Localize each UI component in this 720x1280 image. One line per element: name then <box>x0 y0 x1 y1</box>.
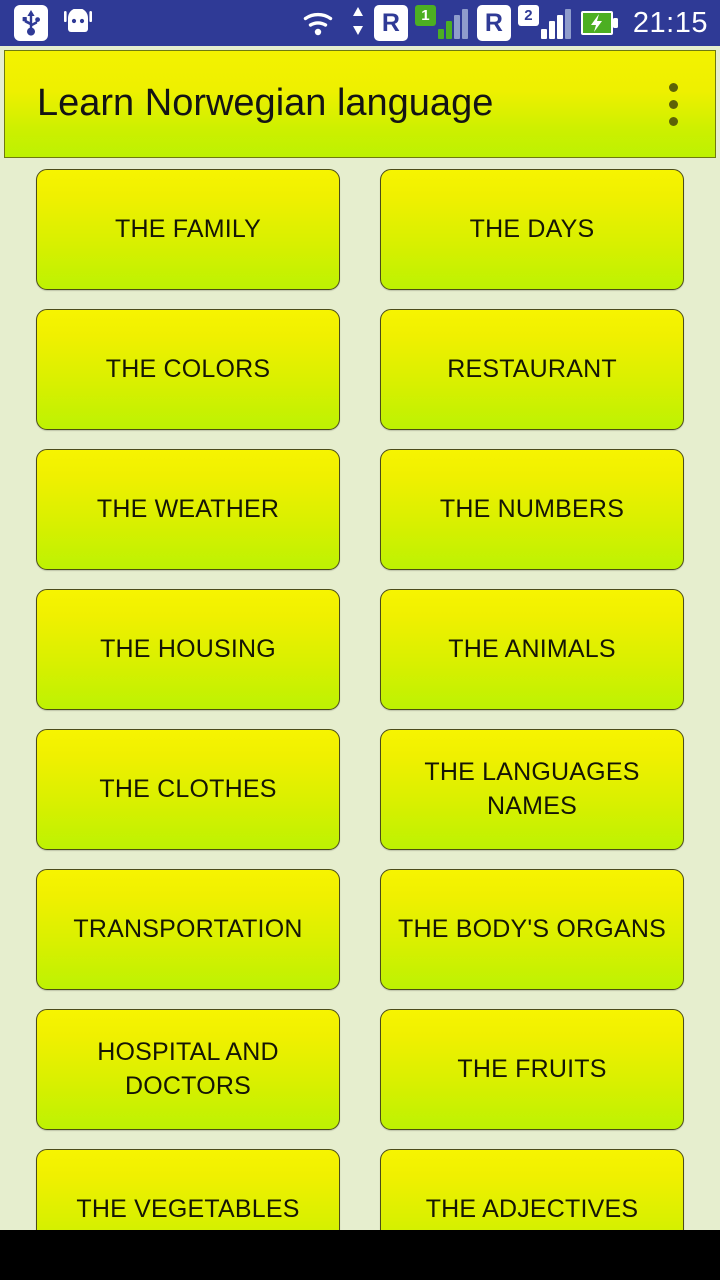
sim2-roaming-indicator: R <box>476 5 511 41</box>
system-navigation-bar <box>0 1230 720 1280</box>
category-tile-the-bodys-organs[interactable]: THE BODY'S ORGANS <box>380 869 684 990</box>
tile-label: THE HOUSING <box>100 634 276 663</box>
sim1-signal-indicator: 1 <box>414 5 468 39</box>
category-tile-the-days[interactable]: THE DAYS <box>380 169 684 290</box>
tile-label: THE DAYS <box>469 214 595 243</box>
sim2-signal-bars <box>540 7 571 39</box>
tile-label: THE WEATHER <box>96 494 280 523</box>
action-bar: Learn Norwegian language <box>4 50 716 158</box>
app-screen: R 1 R 2 21:15 Learn Norwegian language T… <box>0 0 720 1280</box>
status-bar: R 1 R 2 21:15 <box>0 0 720 46</box>
category-tile-the-family[interactable]: THE FAMILY <box>36 169 340 290</box>
tile-label: THE ADJECTIVES <box>425 1194 639 1223</box>
status-bar-right-icons: R 1 R 2 21:15 <box>302 5 708 42</box>
tile-label: THE LANGUAGES NAMES <box>424 757 640 820</box>
category-tile-the-fruits[interactable]: THE FRUITS <box>380 1009 684 1130</box>
status-bar-left-icons <box>14 5 302 41</box>
data-transfer-arrows-icon <box>351 5 365 42</box>
tile-label: THE ANIMALS <box>448 634 616 663</box>
tile-label: THE BODY'S ORGANS <box>398 914 666 943</box>
sim1-signal-bars <box>437 7 468 39</box>
overflow-dot <box>668 116 678 126</box>
tile-label: THE CLOTHES <box>99 774 277 803</box>
category-tile-the-languages-names[interactable]: THE LANGUAGES NAMES <box>380 729 684 850</box>
category-tile-transportation[interactable]: TRANSPORTATION <box>36 869 340 990</box>
tile-label: THE FAMILY <box>114 214 261 243</box>
wifi-icon <box>302 7 342 39</box>
tile-label: TRANSPORTATION <box>73 914 303 943</box>
overflow-dot <box>668 82 678 92</box>
tile-label: THE VEGETABLES <box>76 1194 300 1223</box>
sim1-badge: 1 <box>414 5 436 26</box>
category-tile-the-clothes[interactable]: THE CLOTHES <box>36 729 340 850</box>
category-tile-the-numbers[interactable]: THE NUMBERS <box>380 449 684 570</box>
tile-label: HOSPITAL AND DOCTORS <box>97 1037 279 1100</box>
status-bar-clock: 21:15 <box>632 6 708 39</box>
tile-label: THE FRUITS <box>457 1054 607 1083</box>
page-title: Learn Norwegian language <box>37 82 494 125</box>
category-tile-restaurant[interactable]: RESTAURANT <box>380 309 684 430</box>
category-tile-the-animals[interactable]: THE ANIMALS <box>380 589 684 710</box>
tile-label: RESTAURANT <box>447 354 617 383</box>
overflow-menu-icon[interactable] <box>647 68 699 140</box>
battery-charging-icon <box>580 9 620 37</box>
category-tile-the-weather[interactable]: THE WEATHER <box>36 449 340 570</box>
category-tile-the-colors[interactable]: THE COLORS <box>36 309 340 430</box>
sim1-roaming-indicator: R <box>373 5 408 41</box>
android-robot-icon <box>62 9 94 37</box>
tile-label: THE NUMBERS <box>439 494 625 523</box>
category-grid: THE FAMILY THE DAYS THE COLORS RESTAURAN… <box>0 158 720 1270</box>
category-tile-hospital-and-doctors[interactable]: HOSPITAL AND DOCTORS <box>36 1009 340 1130</box>
category-tile-the-housing[interactable]: THE HOUSING <box>36 589 340 710</box>
sim2-signal-indicator: 2 <box>517 5 571 39</box>
usb-icon <box>14 5 48 41</box>
tile-label: THE COLORS <box>105 354 271 383</box>
sim2-badge: 2 <box>517 5 539 26</box>
overflow-dot <box>668 99 678 109</box>
